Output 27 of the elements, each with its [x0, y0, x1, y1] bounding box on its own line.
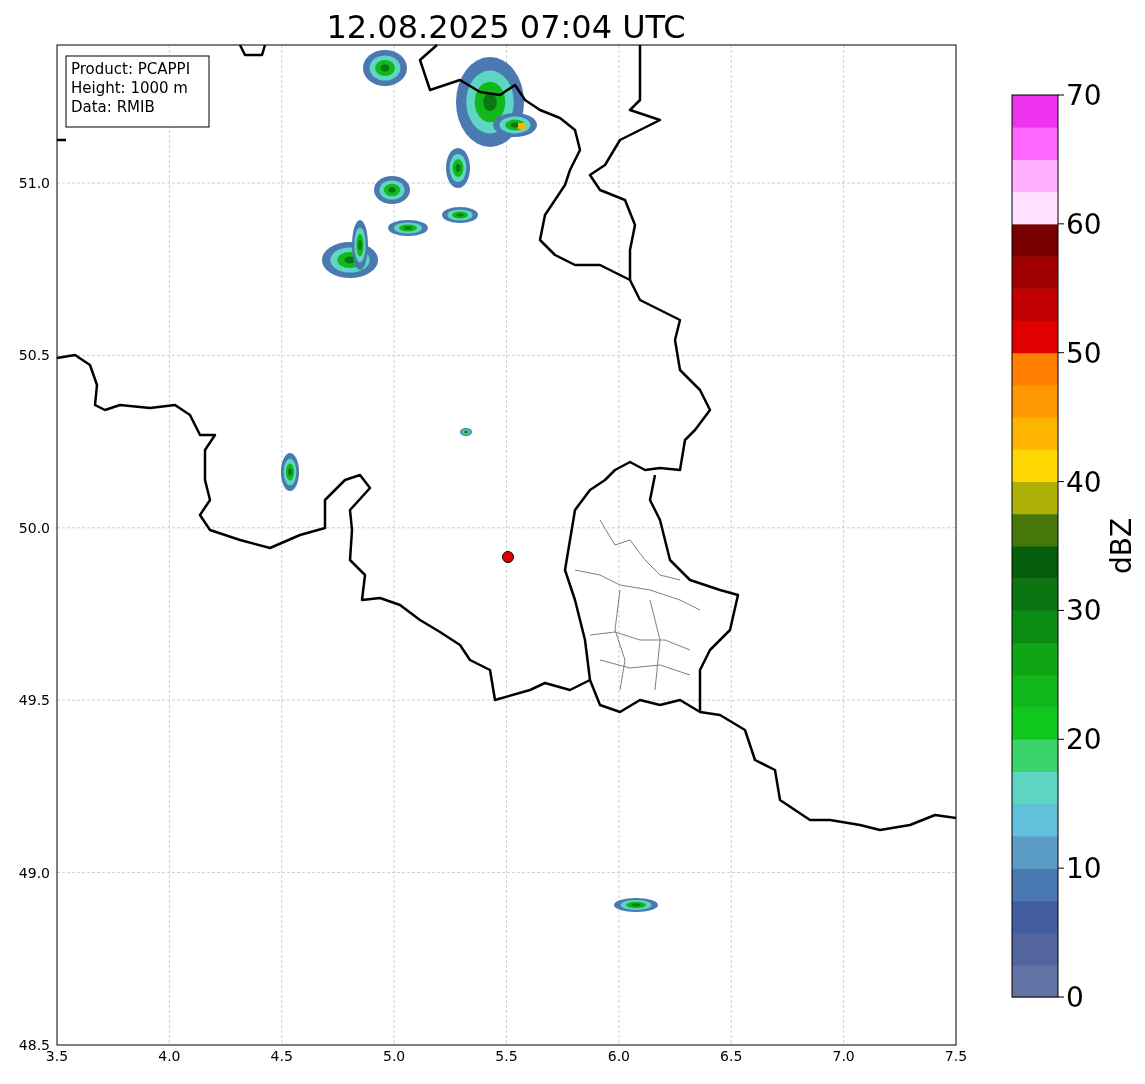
colorbar-tick-label: 70: [1066, 79, 1102, 112]
x-tick-label: 5.5: [495, 1048, 518, 1064]
info-text: Height: 1000 m: [71, 79, 188, 97]
x-tick-label: 7.0: [832, 1048, 855, 1064]
colorbar-tick-label: 40: [1066, 465, 1102, 499]
info-text: Product: PCAPPI: [71, 60, 191, 78]
y-tick-label: 49.5: [18, 692, 50, 709]
colorbar-tick-label: 30: [1066, 594, 1102, 628]
y-tick-label: 51.0: [18, 175, 50, 191]
y-tick-label: 50.5: [18, 347, 50, 364]
x-tick-label: 4.5: [270, 1048, 293, 1064]
x-tick-label: 6.0: [607, 1048, 630, 1064]
info-text: Data: RMIB: [71, 98, 155, 116]
colorbar-tick-label: 0: [1066, 981, 1084, 1014]
y-tick-label: 49.0: [18, 864, 50, 881]
x-tick-label: 4.0: [158, 1048, 181, 1064]
y-tick-label: 50.0: [18, 519, 50, 536]
colorbar-tick-label: 10: [1066, 852, 1102, 886]
x-tick-label: 5.0: [383, 1048, 406, 1064]
colorbar-tick-label: 20: [1066, 723, 1102, 757]
x-tick-label: 6.5: [720, 1048, 743, 1064]
radar-site-marker: [502, 551, 514, 563]
colorbar-label: dBZ: [1105, 517, 1138, 575]
x-tick-label: 7.5: [944, 1048, 968, 1064]
chart-title: 12.08.2025 07:04 UTC: [326, 8, 686, 46]
colorbar-tick-label: 60: [1066, 207, 1102, 241]
colorbar-tick-label: 50: [1066, 336, 1102, 370]
